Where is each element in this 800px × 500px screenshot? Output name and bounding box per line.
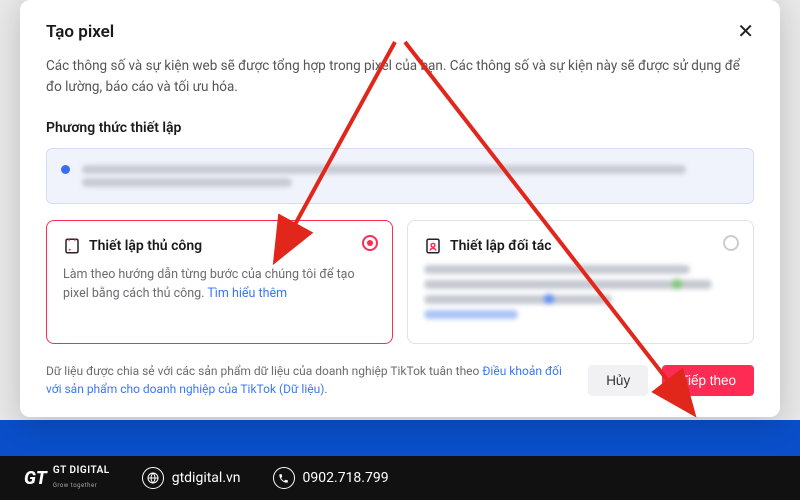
info-icon	[61, 165, 70, 174]
close-button[interactable]: ✕	[737, 22, 754, 42]
website-link[interactable]: gtdigital.vn	[142, 467, 241, 489]
radio-unselected-icon	[723, 235, 739, 251]
brand-name: GT DIGITAL	[53, 466, 110, 476]
option-manual-setup[interactable]: Thiết lập thủ công Làm theo hướng dẫn từ…	[46, 220, 393, 344]
modal-title: Tạo pixel	[46, 22, 114, 42]
website-text: gtdigital.vn	[172, 470, 241, 486]
next-button[interactable]: Tiếp theo	[662, 365, 754, 396]
radio-selected-icon	[362, 235, 378, 251]
info-banner	[46, 148, 754, 204]
create-pixel-modal: Tạo pixel ✕ Các thông số và sự kiện web …	[20, 0, 780, 417]
card-title-partner: Thiết lập đối tác	[450, 238, 552, 254]
manual-setup-icon	[63, 237, 81, 255]
phone-icon	[273, 467, 295, 489]
card-desc-manual: Làm theo hướng dẫn từng bước của chúng t…	[63, 265, 376, 304]
footer-disclosure: Dữ liệu được chia sẻ với các sản phẩm dữ…	[46, 362, 574, 399]
globe-icon	[142, 467, 164, 489]
phone-text: 0902.718.799	[303, 470, 389, 486]
contact-bar: GT GT DIGITAL Grow together gtdigital.vn…	[0, 456, 800, 500]
partner-setup-icon	[424, 237, 442, 255]
learn-more-link[interactable]: Tìm hiểu thêm	[207, 286, 287, 301]
close-icon: ✕	[737, 21, 754, 43]
cancel-button[interactable]: Hủy	[588, 365, 648, 396]
brand-logo: GT	[24, 468, 47, 489]
section-title: Phương thức thiết lập	[46, 120, 754, 136]
phone-link[interactable]: 0902.718.799	[273, 467, 389, 489]
card-desc-partner-blurred	[424, 265, 737, 319]
brand-tagline: Grow together	[53, 482, 97, 489]
modal-description: Các thông số và sự kiện web sẽ được tổng…	[46, 56, 754, 98]
card-title-manual: Thiết lập thủ công	[89, 238, 202, 254]
brand-block: GT GT DIGITAL Grow together	[24, 466, 110, 490]
option-partner-setup[interactable]: Thiết lập đối tác	[407, 220, 754, 344]
page-footer-bar: GT GT DIGITAL Grow together gtdigital.vn…	[0, 428, 800, 500]
